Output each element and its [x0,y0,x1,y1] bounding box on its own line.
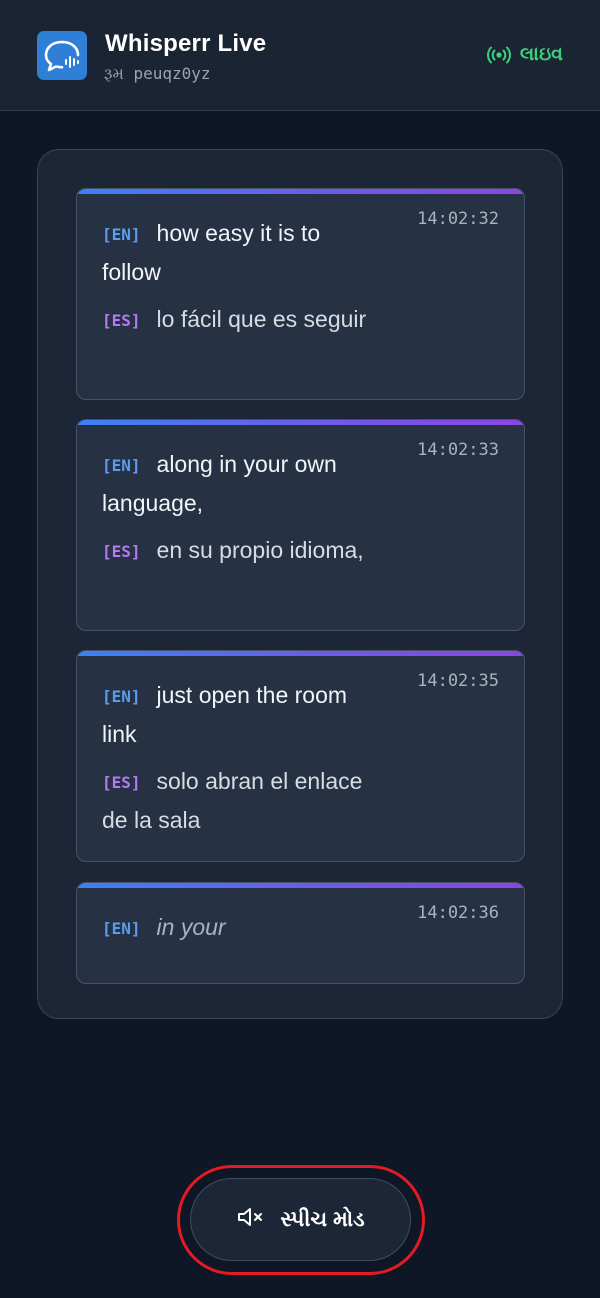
card-timestamp: 14:02:32 [417,209,499,229]
english-line: [EN] just open the room link [102,677,372,752]
room-id: રૂમ peuqz0yz [104,64,211,83]
spanish-text: solo abran el enlace de la sala [102,768,363,833]
spanish-line: [ES] solo abran el enlace de la sala [102,763,372,838]
transcript-card-interim: 14:02:36 [EN] in your [76,882,525,984]
app-header: Whisperr Live રૂમ peuqz0yz લાઇવ [0,0,600,111]
transcript-card: 14:02:33 [EN] along in your own language,… [76,419,525,631]
spanish-line: [ES] en su propio idioma, [102,532,372,571]
transcript-feed[interactable]: 14:02:32 [EN] how easy it is to follow [E… [37,149,563,1019]
english-line: [EN] how easy it is to follow [102,215,372,290]
transcript-card: 14:02:32 [EN] how easy it is to follow [E… [76,188,525,400]
live-status: લાઇવ [486,44,563,66]
en-tag: [EN] [102,919,141,938]
broadcast-icon [486,46,511,64]
card-accent-bar [77,651,524,656]
speech-mode-button[interactable]: સ્પીચ મોડ [190,1178,411,1261]
spanish-text: en su propio idioma, [156,537,364,563]
en-tag: [EN] [102,687,141,706]
card-timestamp: 14:02:36 [417,903,499,923]
card-accent-bar [77,420,524,425]
english-interim-text: in your [156,914,226,940]
spanish-line: [ES] lo fácil que es seguir [102,301,372,340]
spanish-text: lo fácil que es seguir [156,306,367,332]
app-title: Whisperr Live [105,30,267,57]
card-accent-bar [77,883,524,888]
english-line: [EN] along in your own language, [102,446,372,521]
english-line: [EN] in your [102,909,372,948]
en-tag: [EN] [102,456,141,475]
transcript-card: 14:02:35 [EN] just open the room link [ES… [76,650,525,862]
app-logo-icon [37,31,87,80]
es-tag: [ES] [102,311,141,330]
es-tag: [ES] [102,542,141,561]
en-tag: [EN] [102,225,141,244]
card-timestamp: 14:02:33 [417,440,499,460]
live-label: લાઇવ [519,44,563,65]
card-timestamp: 14:02:35 [417,671,499,691]
speech-mode-label: સ્પીચ મોડ [280,1207,365,1231]
es-tag: [ES] [102,773,141,792]
speaker-muted-icon [236,1206,266,1234]
card-accent-bar [77,189,524,194]
